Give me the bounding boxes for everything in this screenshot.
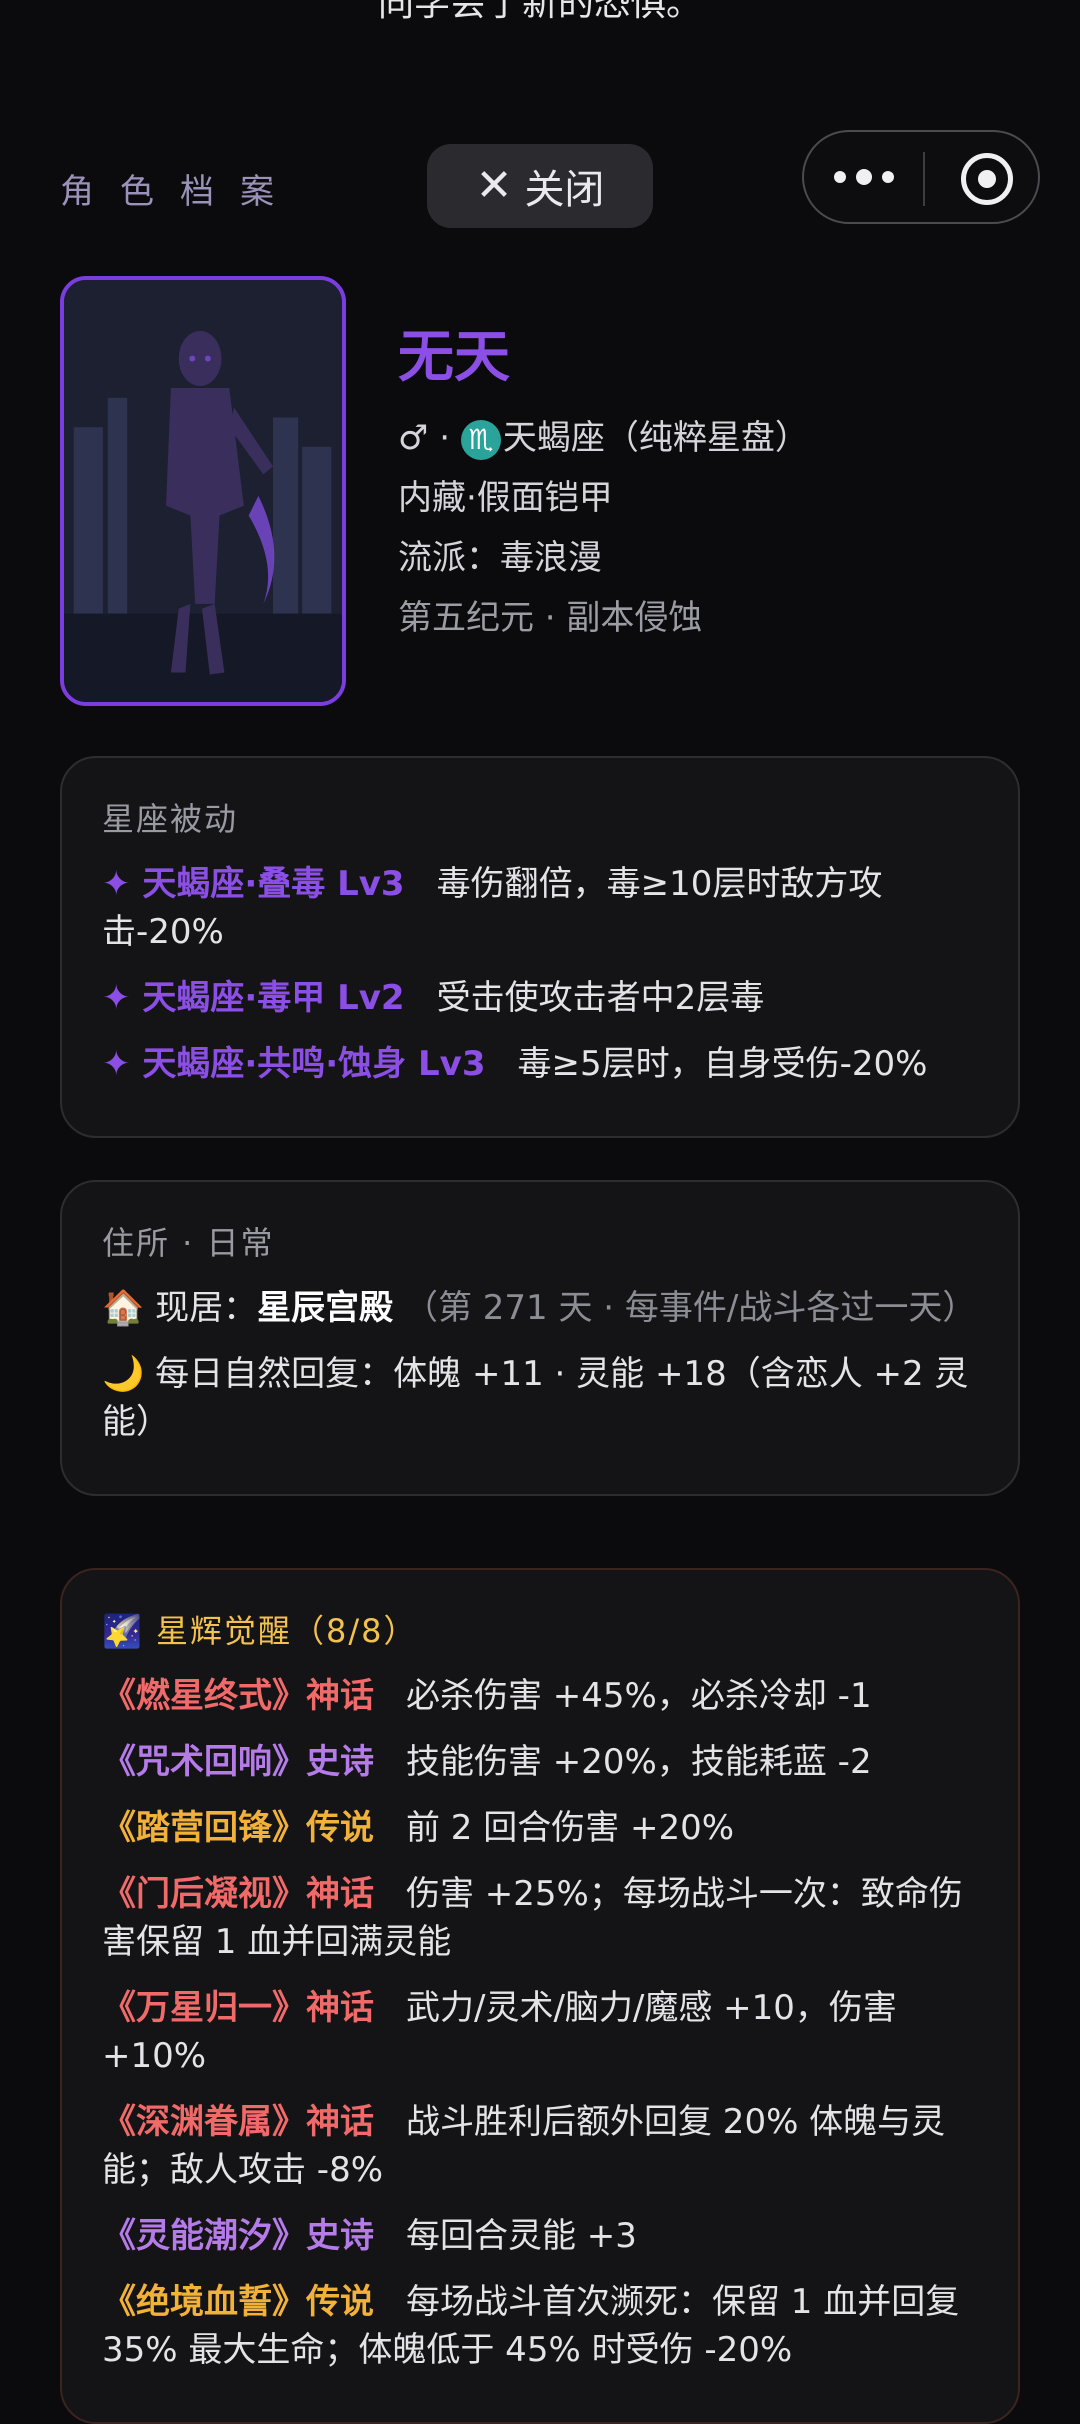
trait-line: 内藏·假面铠甲 bbox=[398, 478, 613, 518]
target-icon[interactable] bbox=[961, 153, 1013, 205]
awakening-item: 《踏营回锋》传说前 2 回合伤害 +20% bbox=[102, 1804, 978, 1852]
passive-title: 星座被动 bbox=[102, 800, 239, 838]
home-label: 现居： bbox=[155, 1288, 258, 1328]
residence-title: 住所 · 日常 bbox=[102, 1224, 275, 1262]
mini-program-capsule bbox=[802, 130, 1040, 224]
more-dots-icon[interactable] bbox=[834, 157, 914, 197]
separator: · bbox=[439, 418, 451, 458]
era-line: 第五纪元 · 副本侵蚀 bbox=[398, 598, 703, 638]
close-icon: ✕ bbox=[475, 160, 513, 211]
awakening-desc: 必杀伤害 +45%，必杀冷却 -1 bbox=[406, 1676, 872, 1716]
awakening-item: 《燃星终式》神话 必杀伤害 +45%，必杀冷却 -1 bbox=[102, 1672, 978, 1720]
awakening-name: 《万星归一》神话 bbox=[102, 1988, 374, 2028]
awakening-card: 🌠 星辉觉醒（8/8） 《燃星终式》神话 必杀伤害 +45%，必杀冷却 -1 《咒… bbox=[60, 1568, 1020, 2424]
passive-item: ✦ 天蝎座·共鸣·蚀身 Lv3 毒≥5层时，自身受伤-20% bbox=[102, 1040, 978, 1088]
awakening-item: 《咒术回响》史诗 技能伤害 +20%，技能耗蓝 -2 bbox=[102, 1738, 978, 1786]
passive-name: ✦ 天蝎座·毒甲 Lv2 bbox=[102, 978, 405, 1018]
shooting-star-icon: 🌠 bbox=[102, 1612, 144, 1650]
home-name: 星辰宫殿 bbox=[257, 1288, 394, 1328]
awakening-name: 《灵能潮汐》史诗 bbox=[102, 2216, 374, 2256]
character-name: 无天 bbox=[398, 325, 510, 390]
capsule-divider bbox=[923, 152, 925, 206]
passive-name: ✦ 天蝎座·共鸣·蚀身 Lv3 bbox=[102, 1044, 486, 1084]
recovery-row: 🌙 每日自然回复：体魄 +11 · 灵能 +18（含恋人 +2 灵能） bbox=[102, 1350, 978, 1446]
awakening-item: 《万星归一》神话 武力/灵术/脑力/魔感 +10，伤害 +10% bbox=[102, 1984, 978, 2080]
moon-icon: 🌙 bbox=[102, 1354, 145, 1394]
residence-row: 🏠 现居：星辰宫殿 （第 271 天 · 每事件/战斗各过一天） bbox=[102, 1284, 978, 1332]
awakening-desc: 前 2 回合伤害 +20% bbox=[406, 1808, 735, 1848]
passive-name: ✦ 天蝎座·叠毒 Lv3 bbox=[102, 864, 405, 904]
character-portrait bbox=[60, 276, 346, 706]
awakening-name: 《踏营回锋》传说 bbox=[102, 1808, 374, 1848]
close-label: 关闭 bbox=[524, 167, 605, 213]
awakening-name: 《绝境血誓》传说 bbox=[102, 2282, 374, 2322]
school-line: 流派：毒浪漫 bbox=[398, 538, 602, 578]
awakening-desc: 技能伤害 +20%，技能耗蓝 -2 bbox=[406, 1742, 872, 1782]
awakening-desc: 每回合灵能 +3 bbox=[406, 2216, 637, 2256]
section-label: 角色档案 bbox=[60, 172, 300, 212]
awakening-name: 《深渊眷属》神话 bbox=[102, 2102, 374, 2142]
top-text: 同学会了新的恐惧。 bbox=[377, 0, 702, 24]
gender-symbol: ♂ bbox=[398, 418, 429, 458]
close-button[interactable]: ✕ 关闭 bbox=[427, 144, 653, 228]
residence-card: 住所 · 日常 🏠 现居：星辰宫殿 （第 271 天 · 每事件/战斗各过一天）… bbox=[60, 1180, 1020, 1496]
home-note: （第 271 天 · 每事件/战斗各过一天） bbox=[403, 1288, 977, 1328]
awakening-item: 《门后凝视》神话 伤害 +25%；每场战斗一次：致命伤害保留 1 血并回满灵能 bbox=[102, 1870, 978, 1966]
profile-info: 无天 ♂ · ♏ 天蝎座（纯粹星盘） 内藏·假面铠甲 流派：毒浪漫 第五纪元 · … bbox=[398, 330, 1038, 648]
zodiac-line: ♂ · ♏ 天蝎座（纯粹星盘） bbox=[398, 408, 1038, 468]
zodiac-text: 天蝎座（纯粹星盘） bbox=[502, 418, 809, 458]
passive-item: ✦ 天蝎座·叠毒 Lv3 毒伤翻倍，毒≥10层时敌方攻击-20% bbox=[102, 860, 978, 956]
passive-item: ✦ 天蝎座·毒甲 Lv2 受击使攻击者中2层毒 bbox=[102, 974, 978, 1022]
awakening-item: 《灵能潮汐》史诗 每回合灵能 +3 bbox=[102, 2212, 978, 2260]
awakening-item: 《绝境血誓》传说 每场战斗首次濒死：保留 1 血并回复 35% 最大生命；体魄低于… bbox=[102, 2278, 978, 2374]
awakening-name: 《燃星终式》神话 bbox=[102, 1676, 374, 1716]
passive-desc: 毒≥5层时，自身受伤-20% bbox=[517, 1044, 928, 1084]
awakening-name: 《门后凝视》神话 bbox=[102, 1874, 374, 1914]
home-icon: 🏠 bbox=[102, 1288, 145, 1328]
scorpio-icon: ♏ bbox=[460, 419, 501, 460]
passive-desc: 受击使攻击者中2层毒 bbox=[436, 978, 765, 1018]
recovery-text: 每日自然回复：体魄 +11 · 灵能 +18（含恋人 +2 灵能） bbox=[102, 1354, 969, 1442]
awakening-name: 《咒术回响》史诗 bbox=[102, 1742, 374, 1782]
awakening-item: 《深渊眷属》神话 战斗胜利后额外回复 20% 体魄与灵能；敌人攻击 -8% bbox=[102, 2098, 978, 2194]
awakening-title: 🌠 星辉觉醒（8/8） bbox=[102, 1612, 418, 1650]
passive-card: 星座被动 ✦ 天蝎座·叠毒 Lv3 毒伤翻倍，毒≥10层时敌方攻击-20% ✦ 天… bbox=[60, 756, 1020, 1138]
header-bar: 角色档案 ✕ 关闭 bbox=[0, 130, 1080, 240]
